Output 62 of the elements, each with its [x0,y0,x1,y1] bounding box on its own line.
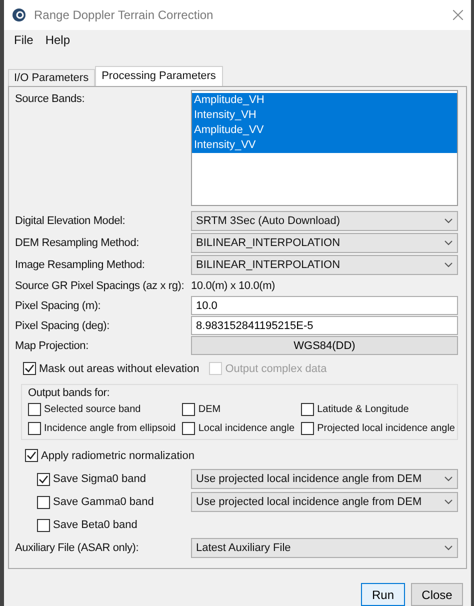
tab[interactable]: I/O Parameters [8,68,95,86]
chevron-down-icon [444,499,453,506]
checkbox[interactable] [182,422,196,435]
field-label: Map Projection: [15,340,90,352]
checkbox[interactable] [37,518,50,532]
checkbox[interactable] [37,472,50,486]
checkbox[interactable] [301,422,314,435]
checkbox[interactable] [301,402,314,416]
checkbox[interactable] [23,362,36,376]
band-item[interactable]: Amplitude_VH [192,92,457,108]
checkbox-label: Latitude & Longitude [317,404,409,415]
projection-button[interactable]: WGS84(DD) [191,336,458,356]
menu-item[interactable]: File [8,32,40,47]
checkbox[interactable] [37,496,50,509]
field-label: Image Resampling Method: [15,258,146,271]
chevron-down-icon [444,262,453,268]
field-label: Auxiliary File (ASAR only): [15,542,140,554]
chevron-down-icon [444,476,453,482]
checkbox-label: Projected local incidence angle [317,422,455,434]
spacing-value: 10.0(m) x 10.0(m) [191,280,276,292]
checkbox[interactable] [28,402,41,416]
chevron-down-icon [444,218,453,224]
input-field[interactable]: 10.0 [191,296,458,316]
checkbox-label: Local incidence angle [198,422,295,434]
checkbox-label: DEM [198,404,221,415]
checkbox-label: Apply radiometric normalization [41,450,194,462]
tab[interactable]: Processing Parameters [94,66,223,86]
chevron-down-icon [444,240,453,246]
checkbox[interactable] [182,402,196,416]
dropdown[interactable]: Use projected local incidence angle from DEM [191,469,458,490]
field-label: Pixel Spacing (deg): [15,320,110,332]
band-item[interactable]: Intensity_VH [192,108,457,123]
group-title: Output bands for: [28,386,110,399]
checkbox-label: Save Gamma0 band [53,496,154,508]
dropdown[interactable]: SRTM 3Sec (Auto Download) [191,210,458,231]
field-label: Pixel Spacing (m): [15,300,102,312]
band-item[interactable]: Amplitude_VV [192,122,457,138]
input-field[interactable]: 8.983152841195215E-5 [191,316,458,336]
run-button[interactable]: Run [361,583,405,606]
checkbox-label: Incidence angle from ellipsoid [44,422,176,434]
dropdown[interactable]: BILINEAR_INTERPOLATION [191,254,458,275]
checkbox-label: Selected source band [44,404,141,415]
field-label: Source GR Pixel Spacings (az x rg): [15,280,186,292]
dropdown[interactable]: Latest Auxiliary File [191,538,458,558]
field-label: Source Bands: [15,92,86,105]
checkbox[interactable] [28,422,41,435]
app-logo-icon [12,8,26,22]
checkbox[interactable] [25,449,38,462]
chevron-down-icon [444,544,453,551]
field-label: Digital Elevation Model: [15,214,126,227]
dropdown[interactable]: BILINEAR_INTERPOLATION [191,232,458,253]
checkbox-label: Mask out areas without elevation [39,362,200,375]
band-item[interactable]: Intensity_VV [192,138,457,153]
checkbox-label: Output complex data [225,362,327,375]
menu-item[interactable]: Help [39,32,76,47]
close-button[interactable]: Close [411,583,463,606]
field-label: DEM Resampling Method: [15,236,140,249]
close-icon[interactable] [453,10,463,20]
window-title: Range Doppler Terrain Correction [34,8,214,22]
dropdown[interactable]: Use projected local incidence angle from DEM [191,492,458,512]
checkbox-label: Save Beta0 band [53,519,138,532]
checkbox-label: Save Sigma0 band [53,473,146,486]
